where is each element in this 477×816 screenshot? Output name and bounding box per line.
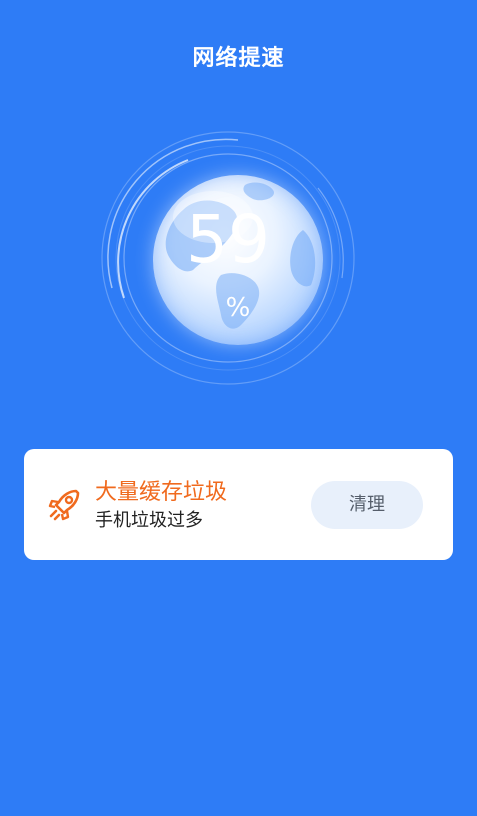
rocket-icon [48, 489, 80, 521]
speed-percent-unit: % [225, 293, 251, 323]
junk-card-subtitle: 手机垃圾过多 [95, 510, 203, 531]
junk-warning-card: 大量缓存垃圾 手机垃圾过多 清理 [24, 449, 453, 560]
speed-percent-value: 59 [186, 201, 270, 278]
page-title: 网络提速 [192, 46, 285, 71]
clean-button[interactable]: 清理 [311, 481, 423, 529]
network-speedup-screen: 网络提速 59 % 大量缓存垃圾 手机垃圾过多 清理 [0, 0, 477, 816]
junk-card-title: 大量缓存垃圾 [95, 480, 228, 505]
speed-meter: 59 % [98, 128, 358, 388]
